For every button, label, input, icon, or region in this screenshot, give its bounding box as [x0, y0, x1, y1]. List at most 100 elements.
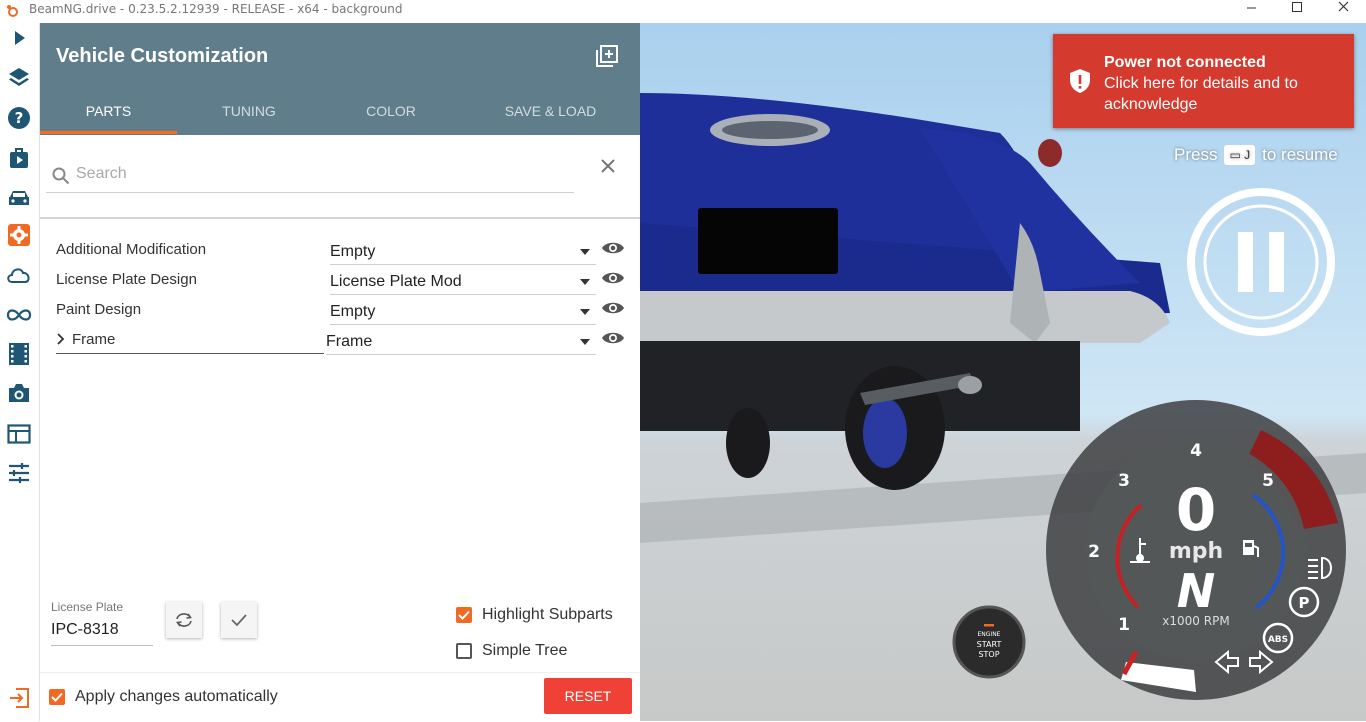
dropdown-arrow-icon: [580, 309, 590, 315]
dropdown-arrow-icon: [580, 279, 590, 285]
dashboard-gauge: 1 2 3 4 5 0 mph N x1000 RPM P ABS: [1046, 400, 1346, 700]
options-icon: [9, 463, 29, 483]
pause-icon[interactable]: [1186, 187, 1336, 337]
vehicle-config-button[interactable]: [4, 220, 34, 250]
eye-icon[interactable]: [601, 270, 625, 286]
vehicle-customization-panel: Vehicle Customization PARTS TUNING COLOR…: [40, 23, 640, 722]
part-select-value: Empty: [330, 243, 376, 260]
infinity-icon: [6, 309, 32, 321]
add-window-icon[interactable]: [596, 45, 618, 67]
checkbox-label: Apply changes automatically: [75, 688, 278, 705]
page-title: Vehicle Customization: [56, 45, 269, 67]
photo-mode-button[interactable]: [4, 378, 34, 408]
license-plate-label: License Plate: [51, 600, 124, 614]
part-select[interactable]: License Plate Mod: [330, 268, 596, 295]
eye-icon[interactable]: [601, 300, 625, 316]
keyboard-icon: ▭: [1229, 148, 1245, 162]
checkbox-checked-icon: [456, 607, 472, 623]
apply-plate-button[interactable]: [221, 602, 257, 638]
active-tab-indicator: [40, 131, 177, 134]
checkbox-checked-icon: [49, 689, 65, 705]
close-window-button[interactable]: [1320, 0, 1366, 23]
alert-detail-line: acknowledge: [1104, 96, 1198, 113]
part-select[interactable]: Empty: [330, 298, 596, 325]
simple-tree-checkbox[interactable]: Simple Tree: [456, 640, 567, 662]
svg-text:?: ?: [15, 109, 24, 127]
engine-start-stop-button[interactable]: ENGINE START STOP: [952, 605, 1026, 679]
power-not-connected-alert[interactable]: Power not connected Click here for detai…: [1053, 34, 1354, 128]
main-menu-rail: ?: [0, 23, 40, 721]
part-label: Frame: [72, 331, 116, 348]
cloud-icon: [7, 268, 30, 283]
part-select-value: Frame: [326, 333, 373, 350]
keyboard-key: ▭ J: [1224, 145, 1256, 165]
license-plate-input[interactable]: IPC-8318: [51, 621, 153, 646]
help-icon: ?: [8, 107, 30, 129]
part-select-value: License Plate Mod: [330, 273, 462, 290]
tab-label: PARTS: [85, 103, 132, 119]
part-select[interactable]: Empty: [330, 238, 596, 265]
levels-button[interactable]: [4, 63, 34, 93]
speed-unit: mph: [1169, 539, 1223, 564]
rpm-tick-label: 3: [1118, 471, 1130, 491]
play-button[interactable]: [4, 23, 34, 53]
tab-color[interactable]: COLOR: [321, 103, 461, 135]
reset-button[interactable]: RESET: [544, 678, 632, 714]
chevron-right-icon[interactable]: [56, 333, 66, 345]
rpm-tick-label: 4: [1190, 441, 1202, 461]
refresh-icon: [176, 613, 192, 627]
gear-indicator: N: [1177, 564, 1216, 618]
part-row-license-plate-design: License Plate Design License Plate Mod: [56, 268, 624, 298]
eye-icon[interactable]: [601, 330, 625, 346]
part-row-additional-modification: Additional Modification Empty: [56, 238, 624, 268]
part-select-value: Empty: [330, 303, 376, 320]
tab-tuning[interactable]: TUNING: [177, 103, 321, 135]
part-label: Paint Design: [56, 301, 142, 318]
play-icon: [15, 31, 25, 45]
eye-icon[interactable]: [601, 240, 625, 256]
clear-search-icon[interactable]: [598, 156, 618, 176]
minimize-icon: [1247, 7, 1256, 9]
scenarios-icon: [10, 148, 28, 168]
engine-label: ENGINE: [977, 631, 1001, 638]
cloud-button[interactable]: [4, 260, 34, 290]
checkbox-unchecked-icon: [456, 643, 472, 659]
checkbox-label: Highlight Subparts: [482, 606, 613, 623]
dropdown-arrow-icon: [580, 339, 590, 345]
part-label: Additional Modification: [56, 241, 207, 258]
tab-label: SAVE & LOAD: [504, 103, 597, 119]
beamng-app-icon: [7, 5, 18, 17]
vehicles-button[interactable]: [4, 183, 34, 213]
parking-label: P: [1299, 594, 1310, 612]
layers-icon: [9, 68, 29, 86]
maximize-button[interactable]: [1274, 0, 1320, 23]
part-select[interactable]: Frame: [326, 328, 596, 355]
exit-button[interactable]: [4, 683, 34, 713]
tab-save-load[interactable]: SAVE & LOAD: [461, 103, 640, 135]
search-bar: [46, 154, 574, 193]
search-icon: [52, 167, 70, 185]
resume-hint: Press ▭ J to resume: [1174, 145, 1338, 165]
search-input[interactable]: [74, 162, 548, 186]
resume-suffix: to resume: [1262, 145, 1338, 164]
tab-label: TUNING: [222, 103, 276, 119]
app-layout-button[interactable]: [4, 419, 34, 449]
highlight-subparts-checkbox[interactable]: Highlight Subparts: [456, 604, 613, 626]
film-icon: [9, 343, 29, 365]
part-row-paint-design: Paint Design Empty: [56, 298, 624, 328]
replay-button[interactable]: [4, 339, 34, 369]
freeroam-button[interactable]: [4, 300, 34, 330]
scenarios-button[interactable]: [4, 143, 34, 173]
randomize-plate-button[interactable]: [166, 602, 202, 638]
rpm-unit: x1000 RPM: [1162, 614, 1229, 628]
vehicle-config-icon: [8, 224, 30, 246]
help-button[interactable]: ?: [4, 103, 34, 133]
minimize-button[interactable]: [1228, 0, 1274, 23]
engine-label: STOP: [978, 650, 1000, 659]
exit-icon: [10, 688, 29, 708]
options-button[interactable]: [4, 458, 34, 488]
app-layout-icon: [7, 424, 31, 444]
resume-prefix: Press: [1174, 145, 1218, 164]
apply-changes-automatically-checkbox[interactable]: Apply changes automatically: [49, 686, 278, 708]
vehicles-icon: [9, 191, 29, 205]
